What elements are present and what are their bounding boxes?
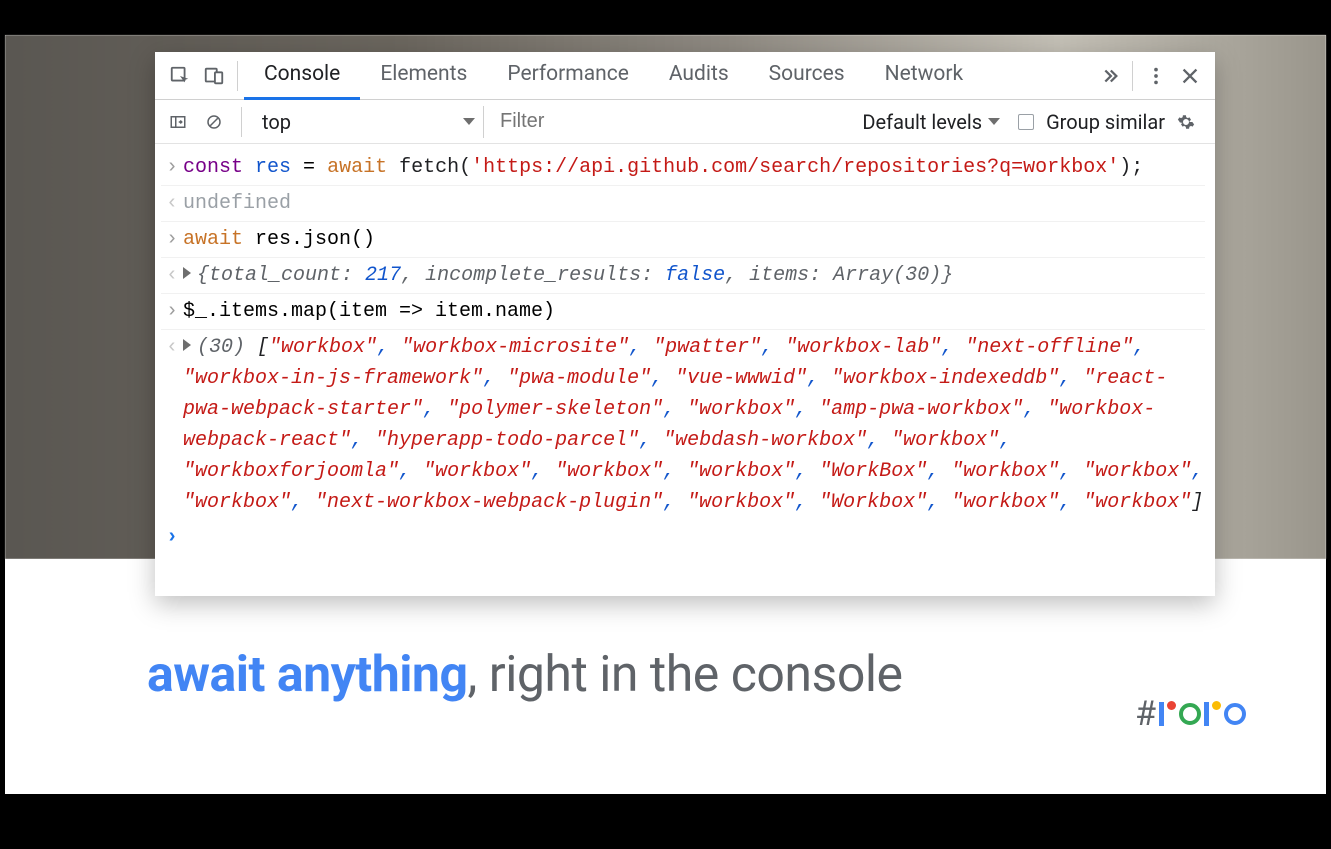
tab-audits[interactable]: Audits — [649, 52, 749, 100]
output-chevron-icon — [161, 332, 183, 363]
devtools-toolbar: Console Elements Performance Audits Sour… — [155, 52, 1215, 100]
object-preview[interactable]: {total_count: 217, incomplete_results: f… — [183, 260, 1205, 291]
devtools-panel: Console Elements Performance Audits Sour… — [155, 52, 1215, 596]
context-selector[interactable]: top — [254, 106, 484, 138]
console-output[interactable]: const res = await fetch('https://api.git… — [155, 144, 1215, 596]
close-icon[interactable] — [1173, 52, 1207, 100]
clear-console-icon[interactable] — [199, 102, 229, 142]
gear-icon[interactable] — [1171, 102, 1201, 142]
more-tabs-icon[interactable] — [1092, 52, 1126, 100]
console-output-row[interactable]: (30) ["workbox", "workbox-microsite", "p… — [161, 330, 1205, 520]
undefined-value: undefined — [183, 188, 1205, 219]
console-output-row: undefined — [161, 186, 1205, 222]
expand-triangle-icon[interactable] — [183, 264, 197, 287]
code-line: const res = await fetch('https://api.git… — [183, 152, 1205, 183]
slide-page: Console Elements Performance Audits Sour… — [5, 35, 1326, 794]
show-sidebar-icon[interactable] — [163, 102, 193, 142]
prompt-chevron-icon — [161, 522, 183, 553]
output-chevron-icon — [161, 188, 183, 219]
tab-console[interactable]: Console — [244, 52, 360, 100]
logo-dot-red — [1167, 701, 1176, 710]
io-logo: # — [1135, 694, 1246, 734]
console-prompt-row[interactable] — [161, 520, 1205, 555]
filter-input[interactable] — [490, 106, 775, 138]
inspect-icon[interactable] — [163, 52, 197, 100]
console-subbar: top Default levels Group similar — [155, 100, 1215, 144]
device-toggle-icon[interactable] — [197, 52, 231, 100]
separator — [1132, 61, 1133, 91]
logo-ring-green — [1179, 703, 1201, 725]
group-similar-checkbox[interactable] — [1018, 114, 1034, 130]
devtools-tabs: Console Elements Performance Audits Sour… — [244, 52, 1092, 100]
chevron-down-icon — [463, 118, 475, 125]
code-line: $_.items.map(item => item.name) — [183, 296, 1205, 327]
output-chevron-icon — [161, 260, 183, 291]
levels-label: Default levels — [862, 110, 982, 134]
chevron-down-icon — [988, 118, 1000, 125]
code-line: await res.json() — [183, 224, 1205, 255]
console-output-row[interactable]: {total_count: 217, incomplete_results: f… — [161, 258, 1205, 294]
log-levels-selector[interactable]: Default levels — [862, 110, 1000, 134]
separator — [241, 107, 242, 137]
kebab-menu-icon[interactable] — [1139, 52, 1173, 100]
logo-dot-yellow — [1212, 701, 1221, 710]
group-similar-label[interactable]: Group similar — [1046, 110, 1165, 134]
input-chevron-icon — [161, 224, 183, 255]
logo-bar-blue — [1204, 702, 1209, 726]
separator — [237, 61, 238, 91]
logo-ring-blue — [1224, 703, 1246, 725]
tab-elements[interactable]: Elements — [360, 52, 487, 100]
expand-triangle-icon[interactable] — [183, 336, 197, 359]
console-input-row: await res.json() — [161, 222, 1205, 258]
hash-symbol: # — [1135, 694, 1156, 734]
array-preview[interactable]: (30) ["workbox", "workbox-microsite", "p… — [183, 332, 1205, 518]
caption-bold: await anything — [147, 646, 468, 704]
slide-caption: await anything, right in the console — [147, 646, 903, 704]
tab-sources[interactable]: Sources — [749, 52, 865, 100]
tab-network[interactable]: Network — [865, 52, 984, 100]
caption-rest: , right in the console — [468, 646, 903, 704]
console-input-row: $_.items.map(item => item.name) — [161, 294, 1205, 330]
tab-performance[interactable]: Performance — [487, 52, 648, 100]
input-chevron-icon — [161, 296, 183, 327]
context-value: top — [262, 110, 291, 134]
logo-bar-blue — [1159, 702, 1164, 726]
console-input-row: const res = await fetch('https://api.git… — [161, 150, 1205, 186]
input-chevron-icon — [161, 152, 183, 183]
